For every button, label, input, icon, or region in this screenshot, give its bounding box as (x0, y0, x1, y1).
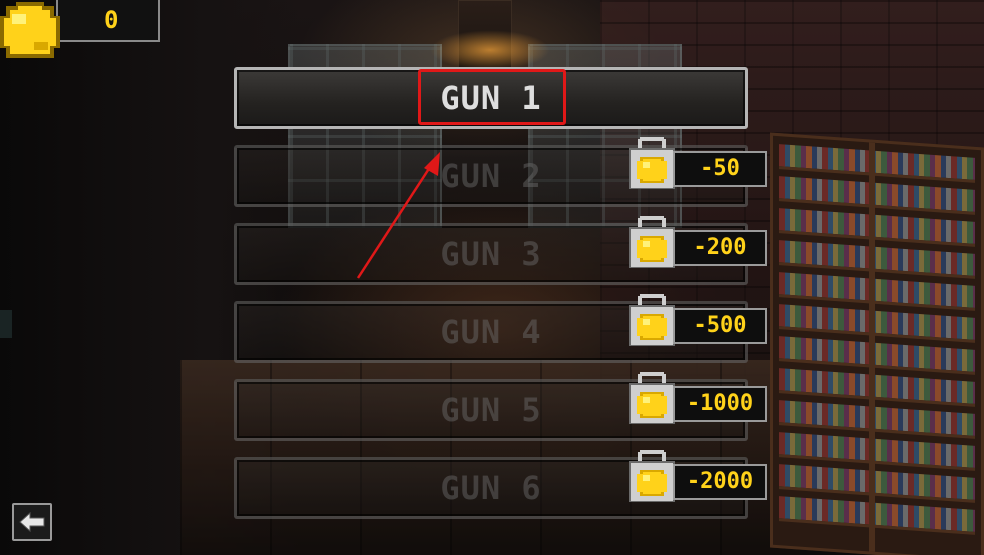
gun-6-price-tag[interactable]: -2000 (629, 450, 769, 502)
gun-4-price: -500 (673, 308, 767, 344)
padlock-coin-icon (629, 137, 675, 189)
back-button[interactable] (12, 503, 52, 541)
back-arrow-icon (19, 511, 45, 533)
padlock-coin-icon (629, 216, 675, 268)
padlock-coin-icon (629, 294, 675, 346)
ceiling-light (430, 30, 550, 70)
gun-5-price: -1000 (673, 386, 767, 422)
gun-3-price-tag[interactable]: -200 (629, 216, 769, 268)
padlock-coin-icon (629, 450, 675, 502)
gold-coin-icon (0, 2, 60, 58)
padlock-coin-icon (629, 372, 675, 424)
gun-1-label: GUN 1 (440, 79, 542, 117)
gun-6-price: -2000 (673, 464, 767, 500)
wall-fixture (0, 310, 12, 338)
gun-3-price: -200 (673, 230, 767, 266)
gun-5-price-tag[interactable]: -1000 (629, 372, 769, 424)
game-screen: 0 GUN 1 GUN 2 GUN 3 GUN 4 GUN 5 GUN 6 -5… (0, 0, 984, 555)
gun-4-price-tag[interactable]: -500 (629, 294, 769, 346)
gun-1-row[interactable]: GUN 1 (234, 67, 748, 129)
bookshelf (770, 132, 984, 555)
gun-2-price: -50 (673, 151, 767, 187)
coin-count: 0 (104, 6, 119, 34)
gun-2-price-tag[interactable]: -50 (629, 137, 769, 189)
